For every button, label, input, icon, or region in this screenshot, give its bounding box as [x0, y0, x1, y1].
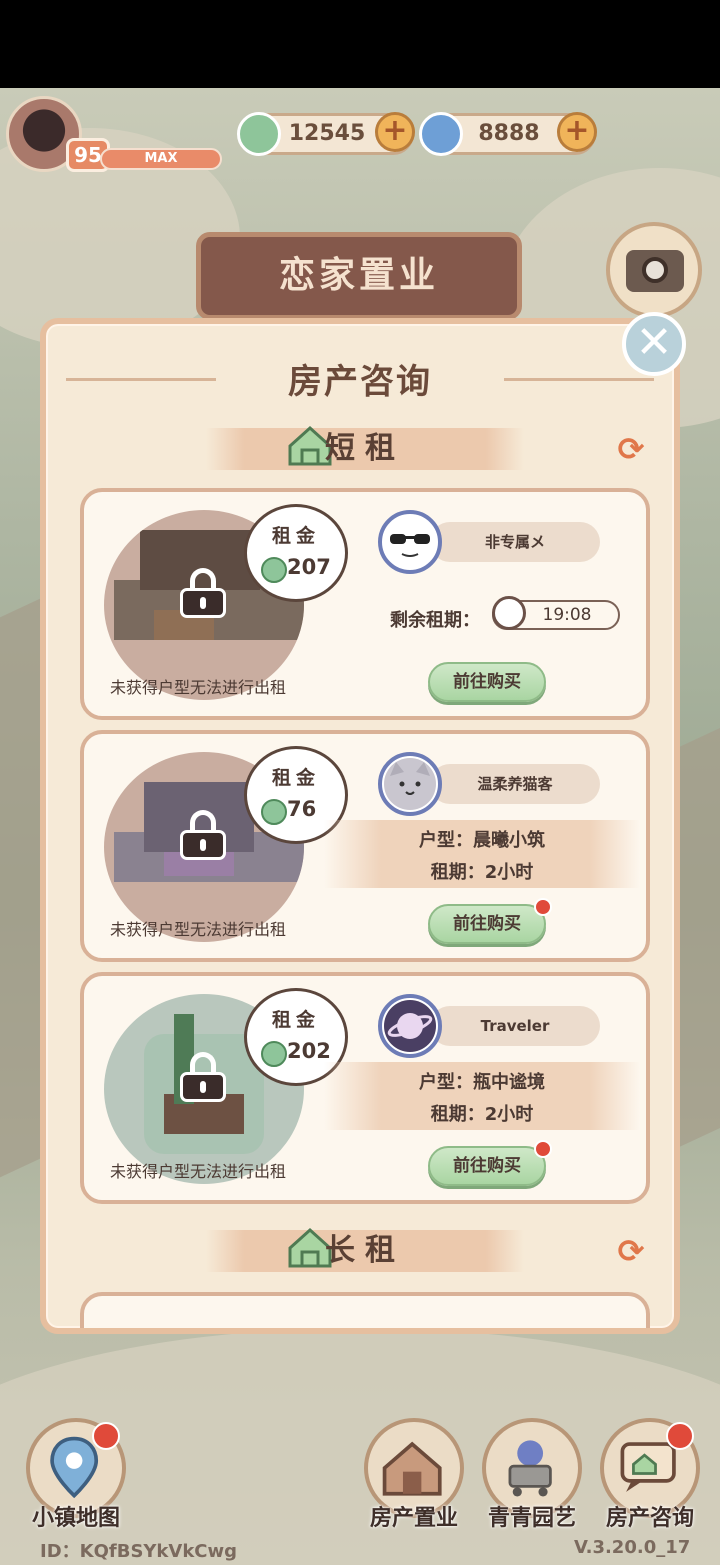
notification-dot: [92, 1422, 120, 1450]
spiral-amount: 8888: [478, 121, 540, 146]
section-label: 短租: [325, 431, 405, 466]
rent-value: 202: [287, 1039, 331, 1063]
section-short-term: 短租: [206, 425, 524, 470]
status-bar: [0, 0, 720, 88]
go-buy-button[interactable]: 前往购买: [428, 662, 546, 702]
npc-name: 温柔养猫客: [430, 764, 600, 804]
rent-label: 租金: [271, 525, 320, 547]
house-info: 户型：晨曦小筑 租期：2小时: [324, 820, 640, 888]
camera-lens: [642, 257, 668, 283]
rent-period: 租期：2小时: [430, 862, 534, 883]
house-type: 户型：瓶中谧境: [419, 1072, 545, 1093]
version-label: V.3.20.0_17: [574, 1537, 691, 1558]
spiral-icon: [419, 112, 463, 156]
house-type: 户型：晨曦小筑: [419, 830, 545, 851]
shop-sign-text: 恋家置业: [278, 255, 439, 296]
cat-face-icon: [378, 752, 442, 816]
nav-label-consult: 房产咨询: [605, 1506, 694, 1531]
clover-icon: [261, 1041, 287, 1067]
clover-icon: [261, 557, 287, 583]
rental-card: 未获得户型无法进行出租 租金 207 非专属メ 剩余租期： 19:08 前往购买: [80, 488, 650, 720]
locked-notice: 未获得户型无法进行出租: [110, 678, 287, 697]
player-id: ID：KQfBSYkVkCwg: [40, 1541, 238, 1562]
remaining-term-label: 剩余租期：: [390, 610, 480, 631]
rent-bubble: 租金 207: [244, 504, 348, 602]
lock-icon: [180, 1052, 226, 1102]
panel-title: 房产咨询: [288, 362, 432, 402]
refresh-long-term-button[interactable]: ⟳: [612, 1232, 650, 1270]
clock-icon: [492, 596, 526, 630]
go-buy-button[interactable]: 前往购买: [428, 1146, 546, 1186]
rent-label: 租金: [271, 767, 320, 789]
rent-value: 207: [287, 555, 331, 579]
rent-label: 租金: [271, 1009, 320, 1031]
building-right: [680, 709, 720, 1147]
add-spiral-button[interactable]: +: [557, 112, 597, 152]
notification-dot: [534, 898, 552, 916]
xp-bar: MAX: [100, 148, 222, 170]
clover-currency: 12545 +: [237, 112, 415, 156]
nav-label-town-map: 小镇地图: [31, 1506, 120, 1531]
locked-notice: 未获得户型无法进行出租: [110, 1162, 287, 1181]
add-clover-button[interactable]: +: [375, 112, 415, 152]
rental-card: 未获得户型无法进行出租 租金 76 温柔养猫客 户型：晨曦小筑 租期：2小时 前…: [80, 730, 650, 962]
clover-amount: 12545: [288, 121, 366, 146]
section-long-term: 长租: [206, 1227, 524, 1272]
sunglasses-face-icon: [378, 510, 442, 574]
go-buy-button[interactable]: 前往购买: [428, 904, 546, 944]
spiral-currency: 8888 +: [419, 112, 597, 156]
clover-icon: [237, 112, 281, 156]
shop-sign: 恋家置业: [196, 232, 522, 320]
refresh-short-term-button[interactable]: ⟳: [612, 430, 650, 468]
section-label: 长租: [325, 1233, 405, 1268]
npc-name: Traveler: [430, 1006, 600, 1046]
locked-notice: 未获得户型无法进行出租: [110, 920, 287, 939]
camera-button[interactable]: [606, 222, 702, 318]
lock-icon: [180, 810, 226, 860]
clover-icon: [261, 799, 287, 825]
rent-value: 76: [287, 797, 317, 821]
rent-period: 租期：2小时: [430, 1104, 534, 1125]
notification-dot: [666, 1422, 694, 1450]
notification-dot: [534, 1140, 552, 1158]
close-button[interactable]: ✕: [622, 312, 686, 376]
consult-panel: 房产咨询 短租 ⟳ 未获得户型无法进行出租 租金 207 非专属メ 剩余租期： …: [40, 318, 680, 1334]
planet-icon: [378, 994, 442, 1058]
lock-icon: [180, 568, 226, 618]
npc-name: 非专属メ: [430, 522, 600, 562]
rental-card-partial: [80, 1292, 650, 1328]
house-info: 户型：瓶中谧境 租期：2小时: [324, 1062, 640, 1130]
rental-card: 未获得户型无法进行出租 租金 202 Traveler 户型：瓶中谧境 租期：2…: [80, 972, 650, 1204]
